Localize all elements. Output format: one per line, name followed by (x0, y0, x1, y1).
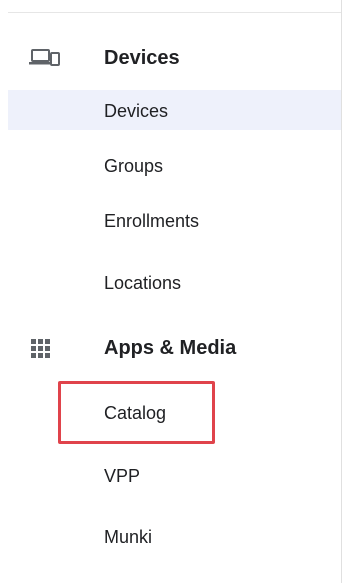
sidebar-item-munki[interactable]: Munki (8, 516, 341, 556)
section-header-devices[interactable]: Devices (0, 38, 341, 78)
sidebar-item-locations[interactable]: Locations (8, 262, 341, 302)
sidebar-item-label: Locations (104, 273, 182, 293)
sidebar-item-vpp[interactable]: VPP (8, 455, 341, 495)
sidebar-item-label: VPP (104, 466, 141, 486)
sidebar-item-label: Munki (104, 527, 153, 547)
sidebar-right-border (341, 0, 342, 583)
section-label-apps-media: Apps & Media (104, 337, 237, 359)
apps-grid-icon (31, 339, 50, 358)
section-header-apps-media[interactable]: Apps & Media (0, 328, 341, 368)
sidebar-item-groups[interactable]: Groups (8, 145, 341, 185)
sidebar-item-label: Groups (104, 156, 164, 176)
top-divider (8, 12, 341, 13)
sidebar-item-enrollments[interactable]: Enrollments (8, 200, 341, 240)
sidebar-item-label: Devices (104, 101, 169, 121)
sidebar-item-catalog[interactable]: Catalog (8, 392, 341, 432)
sidebar-item-devices[interactable]: Devices (8, 90, 341, 130)
sidebar-nav: Devices Devices Groups Enrollments Locat… (0, 0, 341, 583)
sidebar-item-label: Catalog (104, 403, 167, 423)
sidebar-item-label: Enrollments (104, 211, 200, 231)
devices-icon (29, 49, 60, 66)
section-label-devices: Devices (104, 47, 180, 69)
